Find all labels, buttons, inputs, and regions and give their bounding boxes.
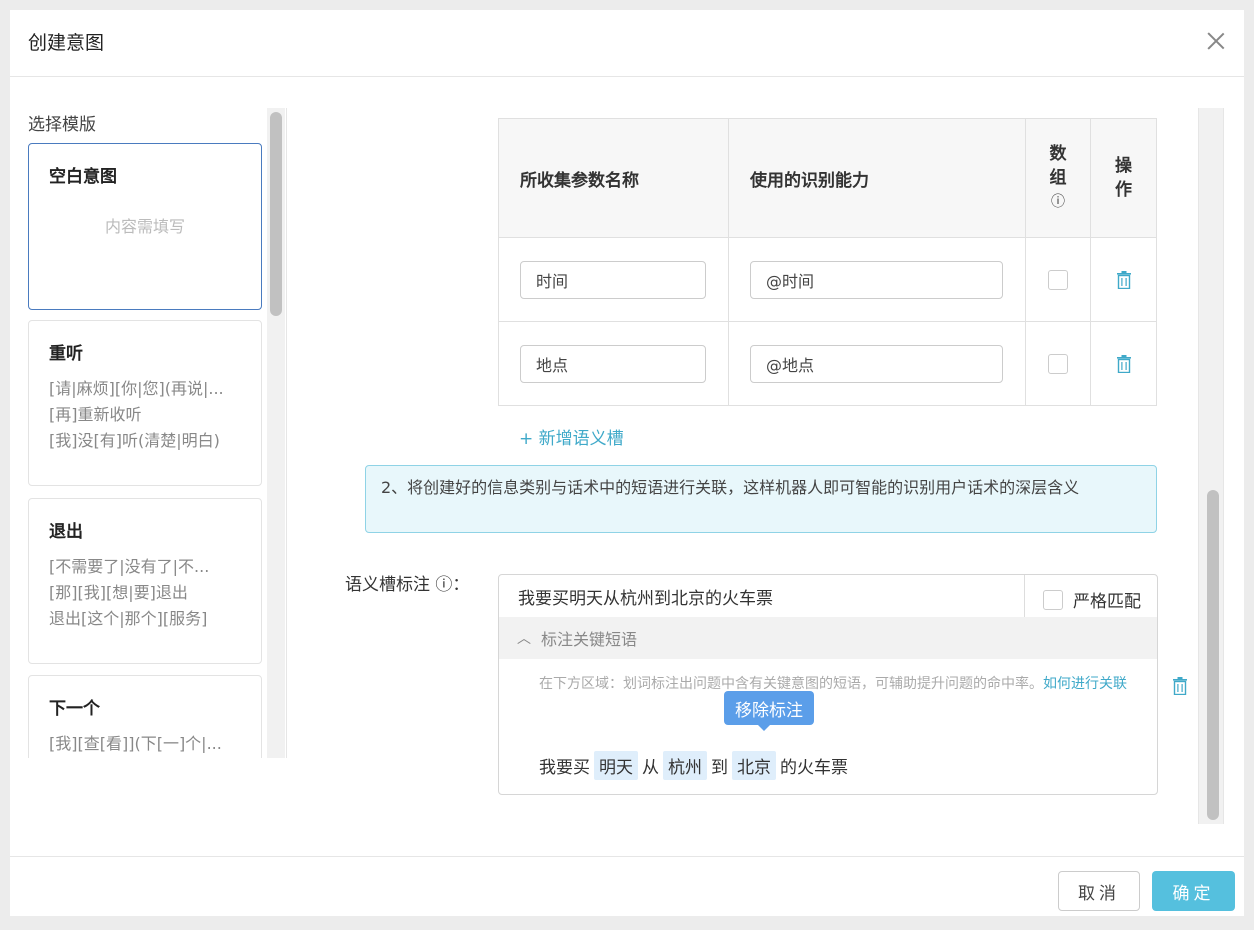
template-card-line: [请|麻烦][你|您](再说|...: [49, 379, 224, 398]
remove-annotation-tooltip[interactable]: 移除标注: [724, 691, 814, 731]
dialog-header: 创建意图: [10, 10, 1244, 77]
trash-icon[interactable]: [1173, 677, 1187, 699]
template-list: 空白意图 内容需填写 重听 [请|麻烦][你|您](再说|... [再]重新收听…: [28, 143, 264, 758]
annotation-sentence-input[interactable]: 我要买明天从杭州到北京的火车票: [499, 575, 1025, 617]
tip-banner: 2、将创建好的信息类别与话术中的短语进行关联，这样机器人即可智能的识别用户话术的…: [365, 465, 1157, 533]
annotation-label: 语义槽标注 ⓘ：: [345, 575, 470, 595]
header-array: 数 组 ⓘ: [1050, 142, 1067, 214]
template-card-line: [我][查[看]](下[一]个|...: [49, 734, 222, 753]
template-card-repeat[interactable]: 重听 [请|麻烦][你|您](再说|... [再]重新收听 [我]没[有]听(清…: [28, 320, 262, 486]
array-checkbox[interactable]: [1048, 353, 1068, 374]
header-ability: 使用的识别能力: [750, 170, 869, 191]
info-icon[interactable]: ⓘ: [1050, 190, 1067, 214]
chevron-up-icon: ︿: [517, 631, 531, 647]
sentence-segment: 我要买: [539, 758, 590, 778]
template-card-title: 退出: [49, 522, 83, 542]
template-card-line: [再]重新收听: [49, 405, 142, 424]
table-row: 地点 @地点: [499, 322, 1156, 405]
strict-match-option[interactable]: 严格匹配: [1043, 587, 1141, 612]
add-slot-button[interactable]: + 新增语义槽: [519, 424, 624, 449]
slot-tag[interactable]: 杭州: [663, 751, 707, 780]
sentence-segment: 从: [642, 758, 659, 778]
template-card-placeholder: 内容需填写: [104, 217, 185, 236]
sentence-segment: 的火车票: [780, 758, 848, 778]
slot-table: 所收集参数名称 使用的识别能力 数 组 ⓘ 操 作 时间 @时间 地点 @地点: [498, 118, 1157, 406]
annotation-box: 我要买明天从杭州到北京的火车票 严格匹配 ︿ 标注关键短语 在下方区域：划词标注…: [498, 574, 1158, 795]
slot-tag[interactable]: 北京: [732, 751, 776, 780]
ability-input[interactable]: @时间: [750, 260, 1003, 299]
template-card-title: 重听: [49, 344, 83, 364]
template-card-title: 空白意图: [49, 167, 117, 187]
annotation-hint-text: 在下方区域：划词标注出问题中含有关键意图的短语，可辅助提升问题的命中率。: [539, 676, 1043, 692]
trash-icon[interactable]: [1116, 354, 1131, 373]
ability-input[interactable]: @地点: [750, 344, 1003, 383]
template-section-label: 选择模版: [28, 115, 96, 135]
annotation-collapse-label: 标注关键短语: [541, 630, 638, 649]
array-checkbox[interactable]: [1048, 269, 1068, 290]
content-scrollbar-thumb[interactable]: [1207, 490, 1219, 820]
template-scrollbar-thumb[interactable]: [270, 112, 282, 316]
create-intent-dialog: 创建意图 选择模版 空白意图 内容需填写 重听 [请|麻烦][你|您](再说|.…: [10, 10, 1244, 916]
cancel-button[interactable]: 取消: [1058, 871, 1140, 911]
annotation-hint: 在下方区域：划词标注出问题中含有关键意图的短语，可辅助提升问题的命中率。如何进行…: [539, 675, 1129, 694]
template-card-line: [我]没[有]听(清楚|明白): [49, 431, 220, 450]
header-param-name: 所收集参数名称: [520, 170, 639, 191]
template-card-line: [那][我][想|要]退出: [49, 583, 188, 602]
dialog-footer: 取消 确定: [10, 856, 1244, 917]
param-name-input[interactable]: 地点: [520, 344, 706, 383]
template-card-line: [不需要了|没有了|不...: [49, 557, 210, 576]
strict-match-label: 严格匹配: [1073, 592, 1141, 612]
template-card-next[interactable]: 下一个 [我][查[看]](下[一]个|...: [28, 675, 262, 758]
confirm-button[interactable]: 确定: [1152, 871, 1235, 911]
table-row: 时间 @时间: [499, 238, 1156, 322]
close-icon[interactable]: [1202, 28, 1230, 56]
template-card-blank[interactable]: 空白意图 内容需填写: [28, 143, 262, 310]
template-card-title: 下一个: [49, 699, 100, 719]
header-action: 操 作: [1115, 156, 1132, 200]
template-card-exit[interactable]: 退出 [不需要了|没有了|不... [那][我][想|要]退出 退出[这个|那个…: [28, 498, 262, 664]
template-card-line: 退出[这个|那个][服务]: [49, 609, 208, 628]
slot-table-header: 所收集参数名称 使用的识别能力 数 组 ⓘ 操 作: [499, 119, 1156, 238]
sentence-segment: 到: [711, 758, 728, 778]
panel-divider: [286, 108, 287, 758]
trash-icon[interactable]: [1116, 270, 1131, 289]
annotation-collapse-header[interactable]: ︿ 标注关键短语: [499, 617, 1157, 659]
slot-tag[interactable]: 明天: [594, 751, 638, 780]
how-to-link[interactable]: 如何进行关联: [1043, 676, 1127, 692]
strict-match-checkbox[interactable]: [1043, 589, 1063, 610]
annotated-sentence: 我要买 明天 从 杭州 到 北京 的火车票: [539, 751, 848, 780]
dialog-title: 创建意图: [28, 32, 105, 54]
param-name-input[interactable]: 时间: [520, 260, 706, 299]
